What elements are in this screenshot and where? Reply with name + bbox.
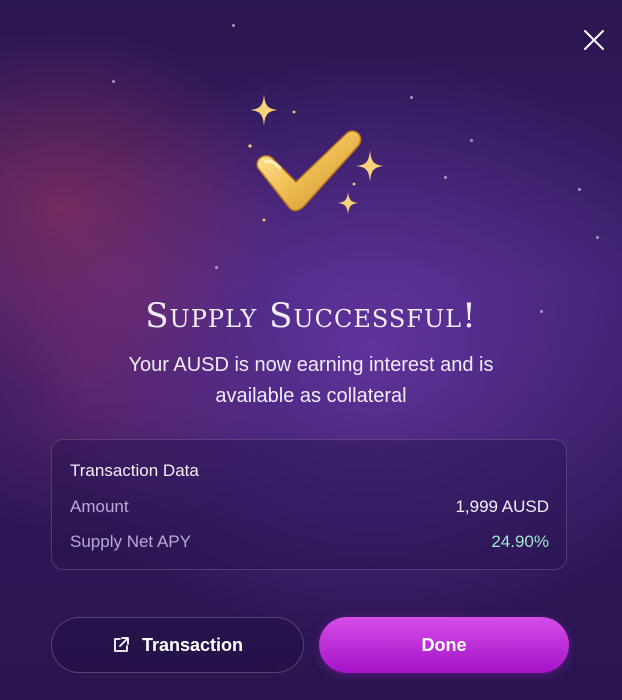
amount-row: Amount 1,999 AUSD bbox=[70, 497, 549, 519]
background-star bbox=[470, 139, 473, 142]
checkmark-sparkles-icon bbox=[248, 94, 384, 222]
external-link-icon bbox=[114, 637, 129, 652]
close-icon bbox=[584, 30, 604, 50]
modal-title: Supply Successful! bbox=[145, 296, 477, 336]
amount-value: 1,999 AUSD bbox=[455, 497, 549, 516]
close-button[interactable] bbox=[583, 29, 605, 51]
subtitle-line: available as collateral bbox=[215, 385, 407, 407]
background-star bbox=[596, 236, 599, 239]
done-button[interactable]: Done bbox=[319, 617, 569, 673]
background-star bbox=[578, 188, 581, 191]
background-star bbox=[410, 96, 413, 99]
supply-net-apy-row: Supply Net APY 24.90% bbox=[70, 532, 549, 554]
supply-net-apy-label: Supply Net APY bbox=[70, 532, 191, 551]
background-star bbox=[112, 80, 115, 83]
amount-label: Amount bbox=[70, 497, 129, 516]
transaction-data-card: Transaction Data Amount 1,999 AUSD Suppl… bbox=[51, 439, 567, 570]
transaction-data-heading: Transaction Data bbox=[70, 461, 199, 480]
modal-subtitle: Your AUSD is now earning interest and is… bbox=[100, 350, 522, 412]
supply-net-apy-value: 24.90% bbox=[491, 532, 549, 551]
subtitle-line: Your AUSD is now earning interest and is bbox=[128, 354, 494, 376]
transaction-button[interactable]: Transaction bbox=[51, 617, 304, 673]
transaction-button-label: Transaction bbox=[141, 634, 244, 655]
background-star bbox=[444, 176, 447, 179]
success-modal: Supply Successful! Your AUSD is now earn… bbox=[0, 0, 622, 700]
background-star bbox=[215, 266, 218, 269]
done-button-label: Done bbox=[421, 634, 467, 655]
background-star bbox=[232, 24, 235, 27]
